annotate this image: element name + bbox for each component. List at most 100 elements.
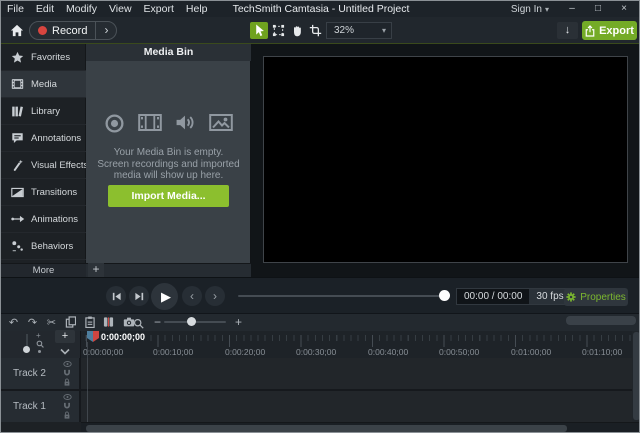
- redo-button[interactable]: ↷: [25, 315, 40, 329]
- properties-label: Properties: [580, 292, 626, 303]
- ruler-labels: 0:00:00;00 0:00:10;00 0:00:20;00 0:00:30…: [1, 347, 640, 358]
- track-lane[interactable]: [81, 391, 632, 422]
- copy-button[interactable]: [63, 315, 78, 329]
- sidebar-item-media[interactable]: Media: [1, 71, 86, 98]
- sign-in-button[interactable]: Sign In: [508, 4, 545, 15]
- sidebar-item-label: Animations: [31, 214, 78, 225]
- pan-tool-button[interactable]: [288, 22, 306, 39]
- home-icon: [10, 24, 24, 37]
- split-button[interactable]: [101, 315, 116, 329]
- speaker-icon: [175, 113, 196, 134]
- cursor-icon: [253, 24, 265, 37]
- sidebar-item-annotations[interactable]: Annotations: [1, 125, 86, 152]
- menu-export[interactable]: Export: [138, 3, 180, 15]
- play-button[interactable]: ▶: [151, 283, 178, 310]
- next-clip-button[interactable]: ›: [205, 286, 225, 306]
- sidebar-more-button[interactable]: More: [1, 263, 86, 277]
- image-icon: [209, 113, 233, 134]
- media-bin-empty-text: Your Media Bin is empty. Screen recordin…: [86, 147, 251, 182]
- ruler-label: 0:01:10;00: [582, 347, 622, 357]
- menu-modify[interactable]: Modify: [60, 3, 103, 15]
- track-visibility-icon[interactable]: [63, 361, 72, 367]
- properties-button[interactable]: Properties: [564, 288, 628, 306]
- cut-button[interactable]: ✂: [44, 315, 59, 329]
- export-button[interactable]: Export: [582, 21, 637, 40]
- track-magnet-icon[interactable]: [63, 402, 72, 409]
- step-backward-button[interactable]: [106, 286, 126, 306]
- canvas-zoom-dropdown[interactable]: 32% ▾: [326, 22, 392, 39]
- track-row: Track 2: [1, 358, 640, 389]
- sidebar-item-label: Favorites: [31, 52, 70, 63]
- track-height-handle[interactable]: [23, 346, 30, 353]
- add-tab-button[interactable]: +: [88, 263, 104, 277]
- select-tool-button[interactable]: [250, 22, 268, 39]
- track-header[interactable]: Track 1: [1, 391, 79, 422]
- menu-view[interactable]: View: [103, 3, 138, 15]
- paste-button[interactable]: [82, 315, 97, 329]
- playhead-marker[interactable]: [87, 331, 99, 342]
- horizontal-scrollbar-thumb[interactable]: [86, 425, 567, 432]
- menu-file[interactable]: File: [1, 3, 30, 15]
- menu-edit[interactable]: Edit: [30, 3, 60, 15]
- timeline-tracks: Track 2 Track 1: [1, 358, 640, 422]
- sign-in-caret-icon[interactable]: ▾: [545, 5, 559, 14]
- time-display-box: 00:00 / 00:00 30 fps: [456, 288, 572, 305]
- preview-canvas[interactable]: [263, 56, 628, 263]
- import-media-button[interactable]: Import Media...: [108, 185, 229, 207]
- step-forward-button[interactable]: [129, 286, 149, 306]
- track-height-zoom-icon: [36, 340, 44, 348]
- transition-icon: [11, 187, 24, 198]
- add-track-button[interactable]: +: [55, 330, 75, 343]
- track-magnet-icon[interactable]: [63, 369, 72, 376]
- track-visibility-icon[interactable]: [63, 394, 72, 400]
- undo-button[interactable]: ↶: [6, 315, 21, 329]
- sidebar-item-animations[interactable]: Animations: [1, 206, 86, 233]
- menu-help[interactable]: Help: [180, 3, 214, 15]
- record-button[interactable]: Record: [52, 25, 95, 37]
- download-media-button[interactable]: ↓: [557, 22, 578, 39]
- collapse-tracks-button[interactable]: [55, 345, 75, 357]
- ruler-label: 0:00:40;00: [368, 347, 408, 357]
- previous-clip-button[interactable]: ‹: [182, 286, 202, 306]
- timeline-zoom-icon: [131, 316, 146, 330]
- playback-scrubber[interactable]: [238, 295, 449, 297]
- timeline-zoom-handle[interactable]: [187, 317, 196, 326]
- zoom-in-button[interactable]: +: [231, 315, 246, 329]
- track-lane[interactable]: [81, 358, 632, 389]
- minimize-button[interactable]: –: [559, 1, 585, 17]
- sidebar-item-visual-effects[interactable]: Visual Effects: [1, 152, 86, 179]
- step-backward-icon: [111, 291, 122, 302]
- star-icon: [11, 51, 24, 64]
- playhead-in-handle[interactable]: [87, 331, 93, 342]
- edit-visuals-tool-button[interactable]: [269, 22, 287, 39]
- media-bin-header: Media Bin: [86, 44, 251, 61]
- sidebar-item-behaviors[interactable]: Behaviors: [1, 233, 86, 260]
- gear-icon: [566, 292, 576, 302]
- timeline-overview-scrollbar[interactable]: [566, 316, 636, 325]
- playhead-out-handle[interactable]: [93, 331, 99, 342]
- chevron-down-icon: ▾: [382, 26, 391, 35]
- hand-icon: [291, 24, 303, 37]
- track-controls: [63, 394, 72, 419]
- vertical-scrollbar-thumb[interactable]: [633, 332, 640, 420]
- track-lock-icon[interactable]: [63, 378, 72, 386]
- home-button[interactable]: [8, 22, 26, 39]
- track-lock-icon[interactable]: [63, 411, 72, 419]
- filmstrip-icon: [138, 113, 162, 134]
- sidebar-item-label: Transitions: [31, 187, 77, 198]
- record-options-button[interactable]: ›: [96, 22, 116, 39]
- sidebar-item-favorites[interactable]: Favorites: [1, 44, 86, 71]
- titlebar-controls: Sign In ▾ – □ ×: [508, 1, 637, 17]
- zoom-out-button[interactable]: −: [150, 315, 165, 329]
- time-display: 00:00 / 00:00: [457, 289, 529, 304]
- ruler-label: 0:00:10;00: [153, 347, 193, 357]
- sidebar-item-transitions[interactable]: Transitions: [1, 179, 86, 206]
- track-header[interactable]: Track 2: [1, 358, 79, 389]
- scrubber-handle[interactable]: [439, 290, 450, 301]
- horizontal-scrollbar-corner: [1, 422, 81, 433]
- close-button[interactable]: ×: [611, 1, 637, 17]
- maximize-button[interactable]: □: [585, 1, 611, 17]
- crop-tool-button[interactable]: [306, 22, 324, 39]
- sidebar-item-library[interactable]: Library: [1, 98, 86, 125]
- playhead-stem[interactable]: [87, 342, 88, 422]
